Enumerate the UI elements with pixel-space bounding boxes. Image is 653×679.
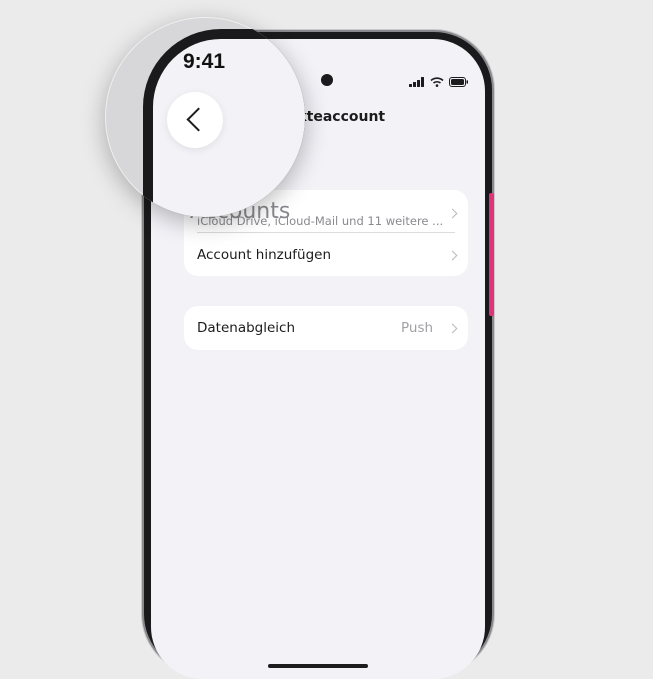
cellular-signal-icon (409, 77, 424, 87)
home-indicator (268, 664, 368, 668)
magnifier-lens: 9:41 (105, 17, 305, 217)
chevron-left-icon (186, 107, 211, 132)
side-button (489, 193, 494, 316)
data-sync-value: Push (401, 320, 434, 336)
add-account-button[interactable]: Account hinzufügen (197, 247, 331, 263)
battery-icon (449, 77, 468, 87)
status-icons (409, 76, 469, 88)
data-sync-row[interactable]: Datenabgleich (197, 320, 295, 336)
wifi-icon (430, 77, 444, 87)
status-time: 9:41 (183, 50, 226, 73)
back-button[interactable] (167, 92, 223, 148)
front-camera (321, 74, 333, 86)
divider (197, 232, 455, 233)
